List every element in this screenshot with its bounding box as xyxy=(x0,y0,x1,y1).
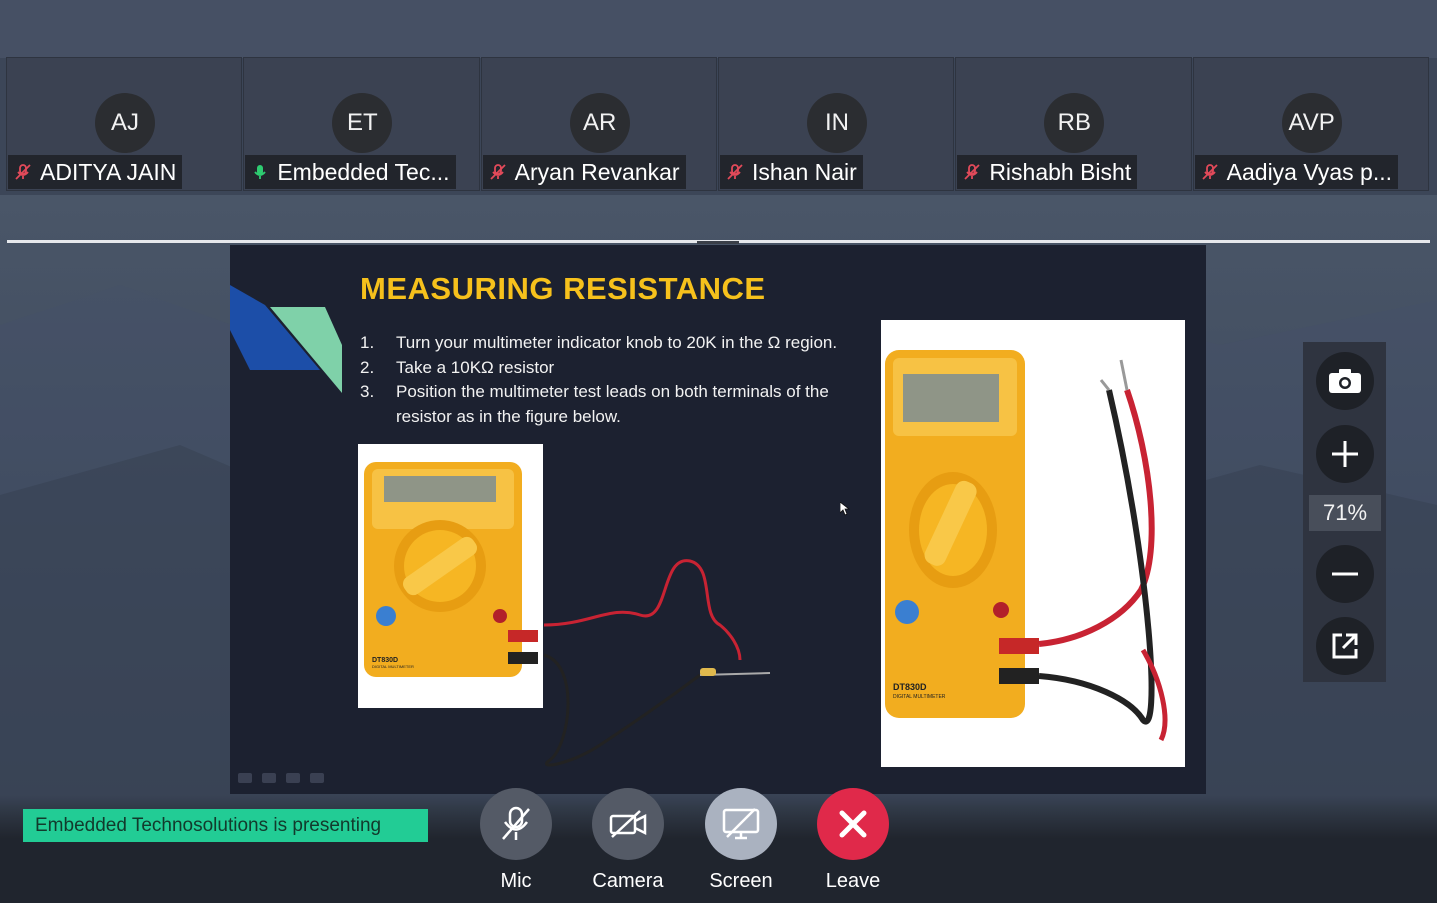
zoom-panel: 71% xyxy=(1303,342,1386,682)
avatar: AR xyxy=(569,93,630,153)
mic-muted-icon xyxy=(15,164,31,180)
divider-drag-handle[interactable] xyxy=(697,241,739,244)
mic-label: Mic xyxy=(500,870,532,892)
participant-nameplate: Embedded Tec... xyxy=(245,155,456,189)
svg-text:DIGITAL MULTIMETER: DIGITAL MULTIMETER xyxy=(372,664,414,669)
next-slide-icon xyxy=(310,773,324,783)
participant-nameplate: ADITYA JAIN xyxy=(8,155,183,189)
minus-icon xyxy=(1332,572,1358,576)
participant-nameplate: Rishabh Bisht xyxy=(957,155,1138,189)
step-item: 2. Take a 10KΩ resistor xyxy=(360,357,555,377)
zoom-in-button[interactable] xyxy=(1316,425,1374,483)
camera-label: Camera xyxy=(592,870,664,892)
menu-icon xyxy=(286,773,300,783)
presenting-banner: Embedded Technosolutions is presenting xyxy=(23,809,428,842)
participant-name: Embedded Tec... xyxy=(277,158,450,185)
avatar: IN xyxy=(806,93,867,153)
multimeter-photo-right: DT830D DIGITAL MULTIMETER xyxy=(881,320,1185,767)
camera-off-icon xyxy=(609,810,647,838)
mic-active-icon xyxy=(254,165,267,179)
shared-screen: MEASURING RESISTANCE 1. Turn your multime… xyxy=(230,245,1206,794)
plus-icon xyxy=(1332,441,1358,467)
slide-decoration xyxy=(230,285,342,393)
svg-text:DT830D: DT830D xyxy=(893,682,927,692)
screen-control[interactable]: Screen xyxy=(705,788,777,893)
test-leads-illustration xyxy=(543,559,771,767)
step-item: 3. Position the multimeter test leads on … xyxy=(360,382,829,426)
participant-name: Aadiya Vyas p... xyxy=(1226,158,1392,185)
participant-strip: AJ ADITYA JAIN ET Embedded Tec... AR Ary… xyxy=(6,57,1430,191)
mouse-cursor-icon xyxy=(840,502,850,516)
svg-text:DIGITAL MULTIMETER: DIGITAL MULTIMETER xyxy=(893,694,946,700)
screenshot-button[interactable] xyxy=(1316,352,1374,410)
participant-name: Rishabh Bisht xyxy=(989,158,1132,185)
leave-button[interactable] xyxy=(817,788,889,860)
svg-text:DT830D: DT830D xyxy=(372,657,398,664)
participant-name: Aryan Revankar xyxy=(514,158,680,185)
participant-name: ADITYA JAIN xyxy=(40,158,177,185)
avatar: AVP xyxy=(1281,93,1342,153)
screen-share-icon xyxy=(722,808,760,840)
mic-muted-icon xyxy=(964,164,980,180)
participant-tile[interactable]: IN Ishan Nair xyxy=(717,57,955,191)
camera-control[interactable]: Camera xyxy=(592,788,664,893)
close-icon xyxy=(839,810,867,838)
slide-nav-icons xyxy=(238,773,324,783)
mic-control[interactable]: Mic xyxy=(480,788,552,893)
leave-label: Leave xyxy=(825,870,881,892)
external-link-icon xyxy=(1332,633,1358,659)
slide-title: MEASURING RESISTANCE xyxy=(360,271,766,306)
zoom-out-button[interactable] xyxy=(1316,545,1374,603)
screen-share-button[interactable] xyxy=(705,788,777,860)
pen-icon xyxy=(262,773,276,783)
avatar: ET xyxy=(332,93,393,153)
steps-list: 1. Turn your multimeter indicator knob to… xyxy=(360,331,876,429)
mic-muted-icon xyxy=(1202,164,1218,180)
screen-label: Screen xyxy=(709,870,773,892)
top-bar-background xyxy=(0,0,1437,58)
step-item: 1. Turn your multimeter indicator knob to… xyxy=(360,333,838,352)
participant-tile[interactable]: AR Aryan Revankar xyxy=(480,57,717,191)
avatar: RB xyxy=(1044,93,1105,153)
mic-muted-icon xyxy=(490,164,506,180)
camera-button[interactable] xyxy=(592,788,664,860)
camera-icon xyxy=(1329,369,1361,393)
avatar: AJ xyxy=(95,93,155,153)
prev-slide-icon xyxy=(238,773,252,783)
mic-off-icon xyxy=(502,806,530,840)
participant-tile[interactable]: RB Rishabh Bisht xyxy=(955,57,1192,191)
leave-control[interactable]: Leave xyxy=(817,788,889,893)
participant-name: Ishan Nair xyxy=(751,158,857,185)
participant-tile[interactable]: ET Embedded Tec... xyxy=(243,57,480,191)
participant-nameplate: Aadiya Vyas p... xyxy=(1194,155,1398,189)
participant-nameplate: Ishan Nair xyxy=(719,155,863,189)
participant-tile[interactable]: AVP Aadiya Vyas p... xyxy=(1192,57,1429,191)
zoom-level: 71% xyxy=(1309,495,1381,531)
mic-muted-icon xyxy=(727,164,743,180)
pop-out-button[interactable] xyxy=(1316,617,1374,675)
mic-button[interactable] xyxy=(480,788,552,860)
participant-tile[interactable]: AJ ADITYA JAIN xyxy=(6,57,243,191)
multimeter-photo-left: DT830D DIGITAL MULTIMETER xyxy=(358,444,543,708)
participant-nameplate: Aryan Revankar xyxy=(482,155,686,189)
